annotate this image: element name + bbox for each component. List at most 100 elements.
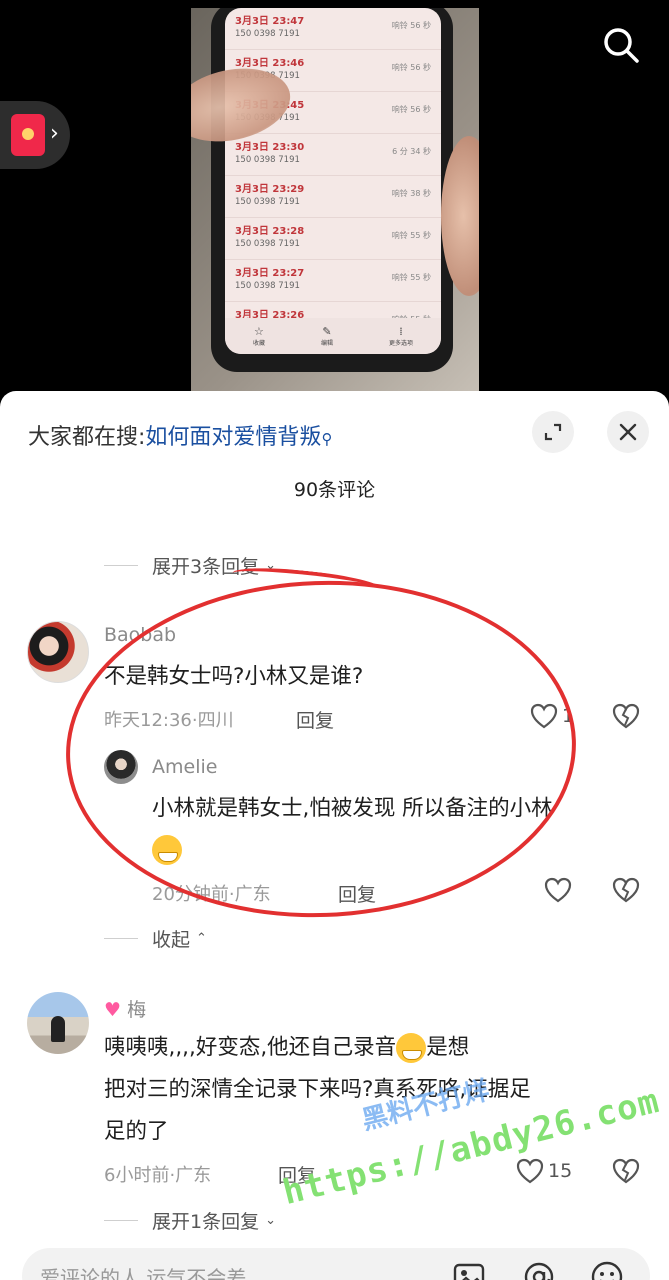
- call-duration: 6 分 34 秒: [392, 147, 431, 156]
- more-icon: ⁞: [399, 324, 403, 338]
- edit-tab-label: 编辑: [320, 339, 333, 347]
- call-number: 150 0398 7191: [235, 281, 300, 291]
- call-duration: 响铃 56 秒: [391, 63, 431, 72]
- favorite-tab: ☆ 收藏: [252, 324, 265, 347]
- call-date: 3月3日 23:29: [235, 184, 305, 195]
- avatar[interactable]: [27, 621, 89, 683]
- close-sheet-button[interactable]: [607, 411, 649, 453]
- search-suggestion-prefix: 大家都在搜:: [28, 425, 146, 450]
- dislike-button[interactable]: [612, 703, 640, 733]
- search-small-icon: ⚲: [321, 430, 333, 448]
- like-button[interactable]: 1: [530, 703, 574, 729]
- call-date: 3月3日 23:27: [235, 268, 305, 279]
- phone-in-video: 3月3日 23:47 150 0398 7191 响铃 56 秒 3月3日 23…: [211, 8, 453, 372]
- call-duration: 响铃 56 秒: [391, 105, 431, 114]
- dislike-button[interactable]: [612, 1158, 640, 1188]
- broken-heart-icon: [612, 877, 640, 903]
- pink-heart-icon: ♥: [104, 999, 122, 1021]
- call-duration: 响铃 56 秒: [391, 21, 431, 30]
- search-suggestion-keyword[interactable]: 如何面对爱情背叛: [145, 425, 321, 450]
- search-button[interactable]: [600, 24, 642, 66]
- more-tab-label: 更多选项: [388, 339, 413, 347]
- call-log-row: 3月3日 23:30 150 0398 7191 6 分 34 秒: [225, 134, 441, 176]
- chevron-right-icon: ›: [50, 121, 59, 146]
- expand-replies-label: 展开1条回复: [152, 1211, 260, 1233]
- call-duration: 响铃 38 秒: [391, 189, 431, 198]
- divider-line: [104, 938, 138, 939]
- chevron-down-icon: ⌄: [265, 1213, 276, 1228]
- call-number: 150 0398 7191: [235, 197, 300, 207]
- expand-replies-label: 展开3条回复: [152, 556, 260, 578]
- close-icon: [619, 423, 637, 441]
- call-date: 3月3日 23:46: [235, 58, 305, 69]
- call-duration: 响铃 55 秒: [391, 231, 431, 240]
- chevron-down-icon: ⌄: [265, 558, 276, 573]
- comment-username[interactable]: Amelie: [152, 756, 217, 778]
- reply-button[interactable]: 回复: [338, 880, 376, 907]
- red-envelope-icon: [11, 114, 45, 156]
- call-number: 150 0398 7191: [235, 239, 300, 249]
- edit-tab: ✎ 编辑: [320, 324, 333, 347]
- avatar[interactable]: [27, 992, 89, 1054]
- comment-meta: 20分钟前·广东: [152, 884, 271, 905]
- call-date: 3月3日 23:28: [235, 226, 305, 237]
- like-button[interactable]: [544, 877, 572, 903]
- comment-meta: 昨天12:36·四川: [104, 710, 234, 731]
- comment-text: 不是韩女士吗?小林又是谁?: [104, 664, 364, 689]
- at-icon: [524, 1262, 554, 1280]
- call-number: 150 0398 7191: [235, 155, 300, 165]
- expand-replies-button[interactable]: 展开3条回复 ⌄: [104, 552, 276, 579]
- collapse-replies-label: 收起: [152, 929, 191, 951]
- comment-username[interactable]: Baobab: [104, 624, 176, 646]
- red-packet-button[interactable]: ›: [0, 101, 70, 169]
- comment-count-title: 90条评论: [293, 479, 376, 501]
- more-tab: ⁞ 更多选项: [388, 324, 413, 347]
- comment-input-bar[interactable]: 爱评论的人,运气不会差: [22, 1248, 650, 1280]
- like-button[interactable]: 15: [516, 1158, 572, 1184]
- call-duration: 响铃 55 秒: [391, 273, 431, 282]
- call-log-toolbar: ☆ 收藏 ✎ 编辑 ⁞ 更多选项: [225, 318, 441, 354]
- heart-icon: [530, 703, 558, 729]
- comment-username[interactable]: ♥ 梅: [104, 995, 146, 1022]
- expand-icon: [544, 423, 562, 441]
- comment-text-line: 咦咦咦,,,,好变态,他还自己录音 是想: [104, 1027, 469, 1069]
- star-icon: ☆: [254, 324, 264, 338]
- comment-sheet: 大家都在搜:如何面对爱情背叛⚲ 90条评论 展开3条回复 ⌄ Baobab 不是…: [0, 391, 669, 1280]
- broken-heart-icon: [612, 1158, 640, 1184]
- collapse-replies-button[interactable]: 收起 ⌃: [104, 925, 207, 952]
- call-date: 3月3日 23:30: [235, 142, 305, 153]
- divider-line: [104, 565, 138, 566]
- reply-button[interactable]: 回复: [278, 1161, 316, 1188]
- edit-icon: ✎: [322, 324, 332, 338]
- video-frame: 3月3日 23:47 150 0398 7191 响铃 56 秒 3月3日 23…: [191, 8, 479, 395]
- smiley-icon: [591, 1261, 623, 1280]
- favorite-tab-label: 收藏: [252, 339, 265, 347]
- comment-text-line: 足的了: [104, 1119, 169, 1144]
- expand-sheet-button[interactable]: [532, 411, 574, 453]
- like-count: 1: [562, 705, 575, 727]
- broken-heart-icon: [612, 703, 640, 729]
- reply-button[interactable]: 回复: [296, 706, 334, 733]
- call-log-row: 3月3日 23:28 150 0398 7191 响铃 55 秒: [225, 218, 441, 260]
- like-count: 15: [548, 1160, 573, 1182]
- image-picker-button[interactable]: [452, 1260, 486, 1280]
- search-icon: [604, 28, 639, 63]
- call-log-row: 3月3日 23:47 150 0398 7191 响铃 56 秒: [225, 8, 441, 50]
- chevron-up-icon: ⌃: [196, 931, 207, 946]
- comment-text-line: 把对三的深情全记录下来吗?真系死咯,证据足: [104, 1077, 531, 1102]
- call-number: 150 0398 7191: [235, 29, 300, 39]
- avatar[interactable]: [104, 750, 138, 784]
- comment-input-placeholder: 爱评论的人,运气不会差: [40, 1266, 247, 1280]
- video-player[interactable]: 3月3日 23:47 150 0398 7191 响铃 56 秒 3月3日 23…: [0, 0, 669, 395]
- search-suggestion[interactable]: 大家都在搜:如何面对爱情背叛⚲: [28, 419, 332, 451]
- call-log-row: 3月3日 23:27 150 0398 7191 响铃 55 秒: [225, 260, 441, 302]
- heart-icon: [516, 1158, 544, 1184]
- call-log-screen: 3月3日 23:47 150 0398 7191 响铃 56 秒 3月3日 23…: [225, 8, 441, 354]
- heart-icon: [544, 877, 572, 903]
- scrolled-previous-comment: [150, 512, 640, 526]
- emoji-picker-button[interactable]: [590, 1260, 624, 1280]
- expand-replies-button[interactable]: 展开1条回复 ⌄: [104, 1207, 276, 1234]
- dislike-button[interactable]: [612, 877, 640, 907]
- mention-button[interactable]: [522, 1260, 556, 1280]
- image-icon: [453, 1263, 485, 1280]
